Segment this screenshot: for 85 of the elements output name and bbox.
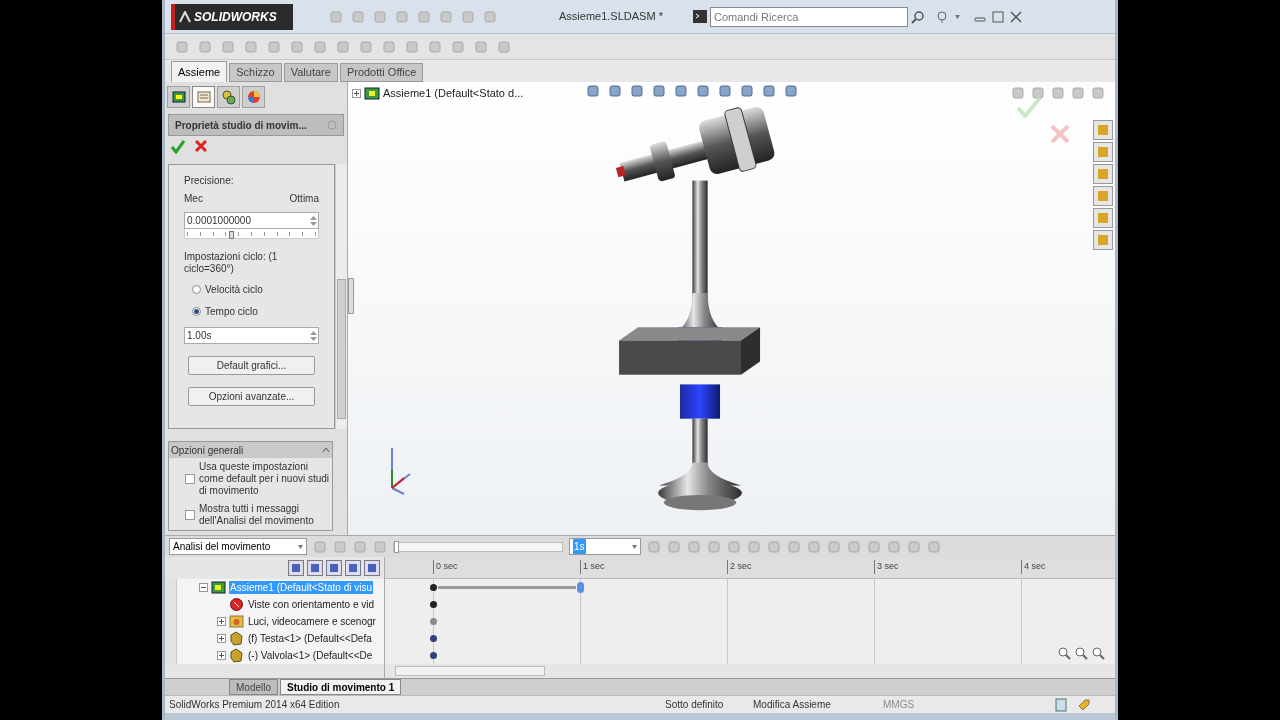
command-tab[interactable]: Prodotti Office [339,63,424,82]
command-tab[interactable]: Assieme [171,61,228,82]
command-tab[interactable]: Valutare [283,63,338,82]
time-label: 0 sec [433,560,458,574]
model-tab[interactable]: Modello [229,679,279,695]
ds-logo-icon [179,10,191,23]
scrollbar[interactable] [395,666,545,676]
panel-tab[interactable] [167,86,190,108]
number-field[interactable]: 0.0001000000 [184,212,319,229]
key-point[interactable] [430,601,437,608]
panel-title: Proprietà studio di movim... [175,118,307,133]
part-icon [229,648,244,663]
time-field[interactable]: 1.00s [184,327,319,344]
panel-tab[interactable] [217,86,240,108]
spin-arrows-icon[interactable] [309,329,318,342]
status-text: SolidWorks Premium 2014 x64 Edition [169,699,340,710]
slider-min-label: Mec [184,192,203,206]
command-tab[interactable]: Schizzo [229,63,282,82]
collapse-box-icon[interactable] [199,583,208,592]
field-label: Precisione: [184,174,235,188]
slider-thumb[interactable] [228,231,234,239]
key-point[interactable] [430,635,437,642]
status-text: Modifica Assieme [753,699,831,710]
command-prompt-icon [693,10,707,23]
cancel-x-icon[interactable] [195,140,207,152]
key-point[interactable] [430,652,437,659]
radio-button[interactable] [192,285,201,294]
panel-splitter[interactable] [348,278,354,314]
ok-check-icon[interactable] [171,140,185,154]
expand-box-icon[interactable] [217,651,226,660]
lights-icon [229,614,244,629]
panel-button[interactable]: Opzioni avanzate... [188,387,315,406]
color-wheel-icon [245,89,262,105]
model-tab[interactable]: Studio di movimento 1 [280,679,402,695]
maximize-icon[interactable] [992,10,1004,23]
camera-views-icon [229,597,244,612]
time-label: 3 sec [874,560,899,574]
time-label: 2 sec [727,560,752,574]
configuration-icon [220,89,237,105]
search-field[interactable]: Comandi Ricerca [710,6,908,27]
tree-item[interactable]: Luci, videocamere e scenogr [247,615,377,628]
dropdown-caret-icon[interactable] [298,544,303,549]
group-header[interactable]: Opzioni generali [169,442,332,458]
dropdown-caret-icon[interactable] [955,14,960,19]
zoom-in-icon[interactable] [1074,646,1088,660]
search-icon[interactable] [911,9,925,24]
study-type-dropdown[interactable]: Analisi del movimento [169,538,307,555]
playback-slider-thumb[interactable] [394,540,399,553]
radio-label: Velocità ciclo [205,283,263,297]
spin-arrows-icon[interactable] [309,214,318,227]
tree-item[interactable]: Assieme1 (Default<Stato d... [383,85,524,102]
key-point[interactable] [430,584,437,591]
expand-box-icon[interactable] [217,617,226,626]
feature-tree-icon [170,89,187,105]
tree-item[interactable]: (f) Testa<1> (Default<<Defa [247,632,373,645]
zoom-out-icon[interactable] [1057,646,1071,660]
assembly-icon [364,86,380,101]
radio-button[interactable] [192,307,201,316]
status-text: Sotto definito [665,699,724,710]
time-label: 4 sec [1021,560,1046,574]
panel-tab[interactable] [192,86,215,108]
expand-icon[interactable] [352,88,361,98]
checkbox[interactable] [185,474,195,484]
panel-button[interactable]: Default grafici... [188,356,315,375]
property-sheet-icon [195,89,212,105]
tree-item[interactable]: (-) Valvola<1> (Default<<De [247,649,374,662]
dropdown-caret-icon[interactable] [632,544,637,549]
checkbox-label: Mostra tutti i messaggi dell'Analisi del movimento [199,503,315,527]
time-label: 1 sec [580,560,605,574]
tag-icon[interactable] [1077,697,1091,712]
field-label: Impostazioni ciclo: (1 ciclo=360°) [184,251,279,275]
expand-box-icon[interactable] [217,634,226,643]
app-logo: SOLIDWORKS [171,3,293,30]
radio-label: Tempo ciclo [205,305,258,319]
assembly-icon [211,580,226,595]
scrollbar[interactable] [335,164,347,429]
scrollbar[interactable] [165,579,177,664]
part-icon [229,631,244,646]
help-icon[interactable] [935,9,949,24]
checkbox[interactable] [185,510,195,520]
slider-max-label: Ottima [289,192,319,206]
checkbox-label: Usa queste impostazioni come default per i nuovi studi di movimento [199,461,330,497]
window-title: Assieme1.SLDASM * [559,9,664,25]
tree-item[interactable]: Viste con orientamento e vid [247,598,375,611]
status-text: MMGS [883,699,915,710]
